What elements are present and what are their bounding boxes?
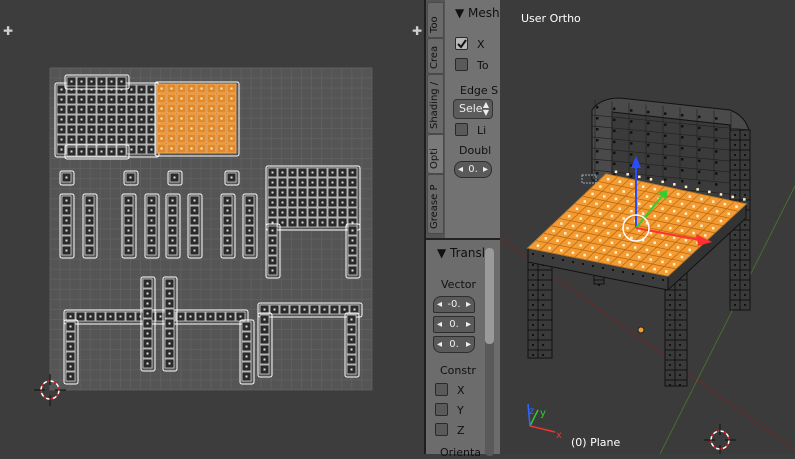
increment-arrow-icon: ▸ [465, 339, 471, 350]
tab-grease-pencil-label: Grease P [429, 184, 440, 230]
uv-canvas[interactable] [0, 0, 424, 454]
vector-y-field[interactable]: ◂ 0. ▸ [433, 316, 475, 333]
double-threshold-label: Doubl [459, 144, 492, 157]
translate-panel-title: Transl [450, 246, 486, 260]
x-mirror-label: X [477, 38, 485, 51]
live-unwrap-label: Li [477, 124, 487, 137]
translate-operator-panel: ▼ Transl Vector ◂ -0. ▸ ◂ 0. ▸ ◂ 0. ▸ Constr X… [426, 238, 500, 459]
tool-shelf: Too Crea Shading / Opti Grease P ▼ Mesh … [426, 0, 500, 459]
axis-z-label: z [529, 406, 534, 417]
chair-mesh [526, 97, 751, 387]
tab-tools[interactable]: Too [427, 2, 444, 38]
constraint-axis-label: Constr [440, 364, 476, 377]
axis-y-label: y [540, 408, 546, 419]
axis-orientation-widget: x y z [527, 403, 562, 441]
constraint-y-checkbox[interactable] [435, 403, 448, 416]
constraint-y-label: Y [457, 404, 464, 417]
uv-island [265, 165, 361, 231]
topology-mirror-label: To [477, 59, 489, 72]
orientation-label: Orienta [440, 446, 482, 459]
viewport-canvas[interactable]: x y z [500, 0, 795, 454]
vector-z-field[interactable]: ◂ 0. ▸ [433, 336, 475, 353]
checkmark-icon [457, 39, 467, 49]
uv-editor[interactable]: ✚ ✚ [0, 0, 424, 454]
tab-options[interactable]: Opti [427, 134, 444, 174]
x-mirror-checkbox[interactable] [455, 37, 468, 50]
vector-x-value: -0. [447, 299, 461, 310]
topology-mirror-checkbox[interactable] [455, 58, 468, 71]
view-name-label: User Ortho [521, 12, 581, 25]
vector-x-field[interactable]: ◂ -0. ▸ [433, 296, 475, 313]
3d-cursor-icon [704, 424, 736, 454]
increment-arrow-icon: ▸ [465, 299, 471, 310]
active-object-label: (0) Plane [571, 436, 621, 449]
edge-select-value: Sele [459, 102, 483, 115]
tab-create[interactable]: Crea [427, 38, 444, 74]
double-threshold-value: 0. [468, 164, 478, 175]
tab-tools-label: Too [429, 16, 440, 33]
tab-shading-label: Shading / [429, 81, 440, 129]
constraint-x-checkbox[interactable] [435, 383, 448, 396]
panel-scrollbar[interactable] [485, 248, 494, 456]
tab-create-label: Crea [429, 45, 440, 69]
z-arrow-icon [631, 156, 641, 168]
increment-arrow-icon: ▸ [482, 164, 488, 175]
mesh-options-panel: ▼ Mesh X To Edge S Sele ▲ ▼ Li Doubl ◂ 0. ▸ [445, 0, 500, 238]
constraint-z-checkbox[interactable] [435, 423, 448, 436]
3d-viewport[interactable]: x y z User Ortho (0) Plane ⋰ [500, 0, 795, 454]
updown-arrows-icon: ▲ ▼ [482, 100, 489, 117]
edge-select-dropdown[interactable]: Sele ▲ ▼ [453, 99, 493, 119]
vector-z-value: 0. [449, 339, 459, 350]
live-unwrap-checkbox[interactable] [455, 123, 468, 136]
double-threshold-field[interactable]: ◂ 0. ▸ [454, 161, 492, 178]
mesh-panel-header[interactable]: ▼ Mesh [455, 6, 500, 20]
vector-y-value: 0. [449, 319, 459, 330]
axis-x-label: x [556, 430, 562, 441]
tool-tabs: Too Crea Shading / Opti Grease P [426, 0, 445, 238]
translate-panel-header[interactable]: ▼ Transl [437, 246, 485, 260]
object-origin-dot [637, 326, 645, 334]
tab-options-label: Opti [429, 148, 440, 169]
constraint-z-label: Z [457, 424, 465, 437]
tab-shading[interactable]: Shading / [427, 74, 444, 134]
decrement-arrow-icon: ◂ [437, 339, 443, 350]
mesh-panel-title: Mesh [468, 6, 500, 20]
decrement-arrow-icon: ◂ [437, 319, 443, 330]
decrement-arrow-icon: ◂ [458, 164, 464, 175]
edge-select-mode-label: Edge S [460, 84, 499, 97]
increment-arrow-icon: ▸ [465, 319, 471, 330]
vector-label: Vector [441, 278, 477, 291]
constraint-x-label: X [457, 384, 465, 397]
uv-island [154, 81, 240, 157]
tab-grease-pencil[interactable]: Grease P [427, 174, 444, 234]
decrement-arrow-icon: ◂ [437, 299, 443, 310]
panel-scrollbar-thumb[interactable] [485, 248, 494, 344]
uv-island [54, 82, 160, 158]
